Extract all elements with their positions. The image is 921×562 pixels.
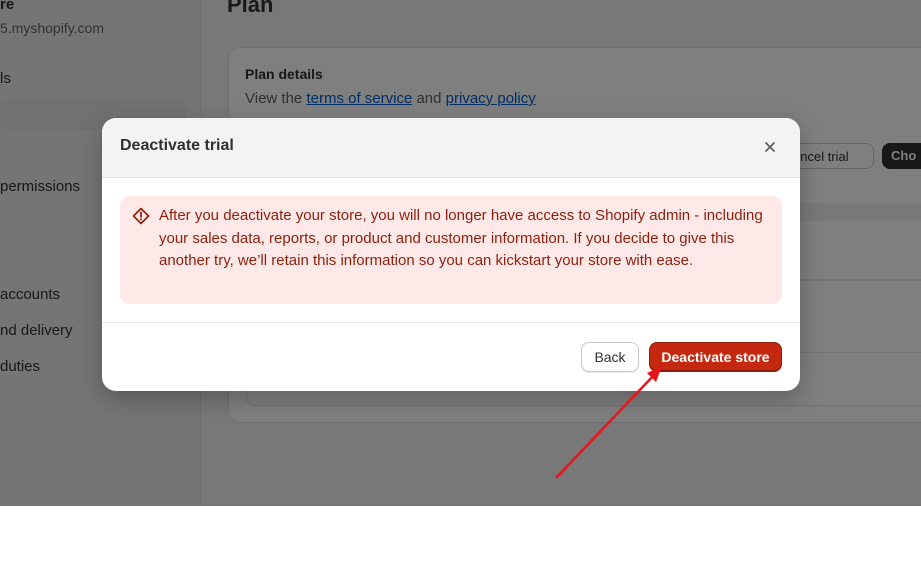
deactivate-trial-modal: Deactivate trial After you deactivate yo… bbox=[102, 118, 800, 391]
deactivate-store-button[interactable]: Deactivate store bbox=[649, 342, 782, 372]
modal-header: Deactivate trial bbox=[102, 118, 800, 178]
alert-diamond-icon bbox=[132, 207, 150, 225]
close-icon[interactable] bbox=[758, 135, 782, 159]
banner-message: After you deactivate your store, you wil… bbox=[159, 207, 763, 269]
modal-title: Deactivate trial bbox=[120, 137, 234, 154]
back-button[interactable]: Back bbox=[581, 342, 639, 372]
modal-footer-divider bbox=[102, 322, 800, 323]
critical-banner: After you deactivate your store, you wil… bbox=[120, 196, 782, 304]
